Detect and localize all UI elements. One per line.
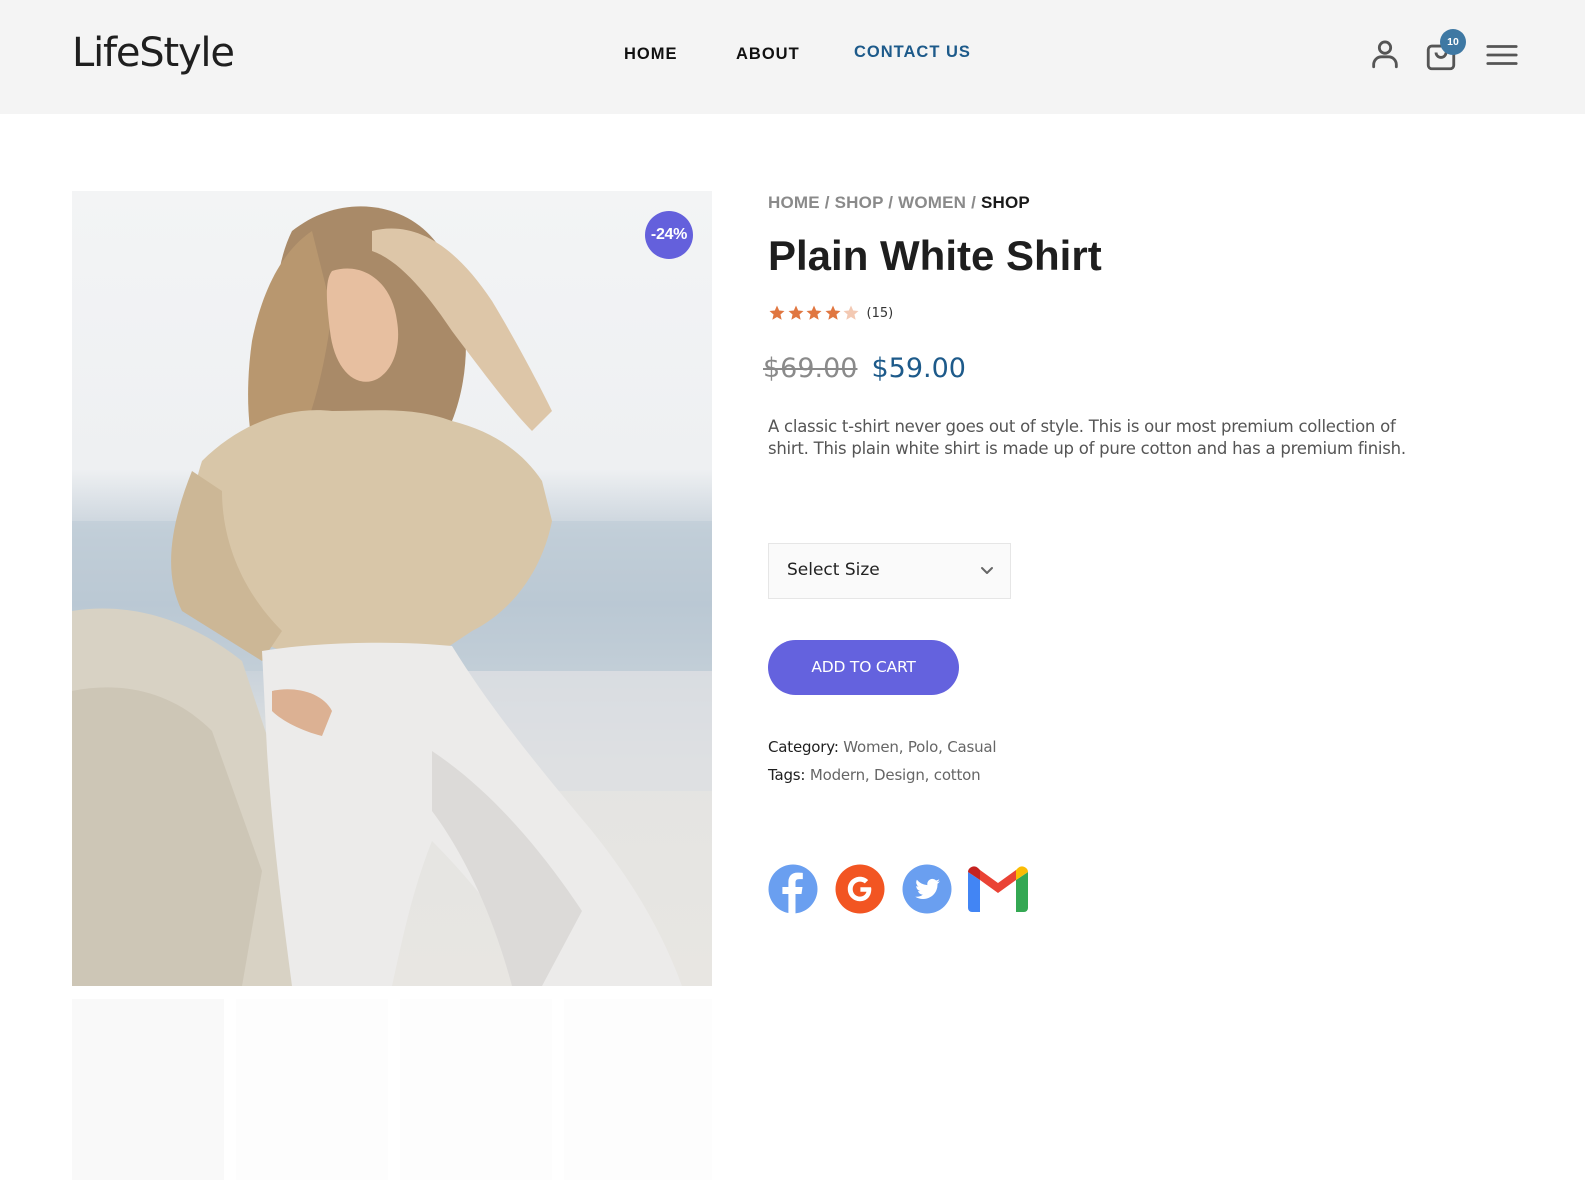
facebook-icon[interactable]: [768, 864, 818, 914]
thumbnail-4[interactable]: [564, 999, 712, 1180]
site-header: LifeStyle HOME ABOUT CONTACT US 10: [0, 0, 1585, 114]
breadcrumb-current: SHOP: [980, 193, 1030, 212]
price-block: $69.00 $59.00: [763, 353, 966, 384]
user-icon[interactable]: [1368, 37, 1402, 71]
category-label: Category: [768, 738, 834, 756]
star-filled-icon: [806, 305, 822, 320]
star-filled-icon: [788, 305, 803, 320]
rating-stars: [768, 304, 861, 322]
category-row: Category: Women, Polo, Casual: [768, 738, 997, 756]
gmail-icon[interactable]: [966, 864, 1030, 914]
thumbnail-1[interactable]: [72, 999, 224, 1180]
tags-values[interactable]: Modern, Design, cotton: [810, 766, 981, 784]
size-select[interactable]: Select Size: [768, 543, 1011, 599]
tags-row: Tags: Modern, Design, cotton: [768, 766, 981, 784]
twitter-icon[interactable]: [902, 864, 952, 914]
breadcrumb-shop[interactable]: SHOP: [835, 193, 884, 212]
product-title: Plain White Shirt: [768, 232, 1102, 279]
google-icon[interactable]: [835, 864, 885, 914]
cart-count-badge: 10: [1440, 29, 1466, 55]
model-photo-illustration: [72, 206, 712, 986]
thumbnail-strip: [72, 999, 712, 1180]
breadcrumb-separator: /: [824, 193, 830, 212]
size-select-value: Select Size: [787, 560, 880, 580]
star-filled-icon: [769, 305, 785, 320]
product-description: A classic t-shirt never goes out of styl…: [768, 417, 1406, 458]
breadcrumb-women[interactable]: WOMEN: [898, 193, 966, 212]
chevron-down-icon: [981, 567, 993, 574]
rating-count[interactable]: (15): [867, 306, 894, 321]
sale-price: $59.00: [871, 353, 966, 384]
thumbnail-3[interactable]: [400, 999, 552, 1180]
star-filled-icon: [825, 305, 840, 320]
star-empty-icon: [843, 305, 859, 320]
original-price: $69.00: [763, 353, 858, 384]
breadcrumb-home[interactable]: HOME: [768, 193, 820, 212]
discount-badge: -24%: [645, 211, 693, 259]
add-to-cart-button[interactable]: ADD TO CART: [768, 640, 959, 695]
thumbnail-2[interactable]: [236, 999, 388, 1180]
product-main-image[interactable]: [72, 191, 712, 986]
breadcrumb: HOME / SHOP / WOMEN / SHOP: [768, 193, 1030, 213]
hamburger-menu-icon[interactable]: [1485, 38, 1519, 72]
header-icons: [0, 36, 1585, 76]
breadcrumb-separator: /: [971, 193, 977, 212]
tags-label: Tags: [768, 766, 801, 784]
breadcrumb-separator: /: [888, 193, 894, 212]
product-meta: Category: Women, Polo, Casual Tags: Mode…: [768, 733, 997, 789]
product-rating: (15): [768, 303, 893, 323]
category-values[interactable]: Women, Polo, Casual: [843, 738, 996, 756]
